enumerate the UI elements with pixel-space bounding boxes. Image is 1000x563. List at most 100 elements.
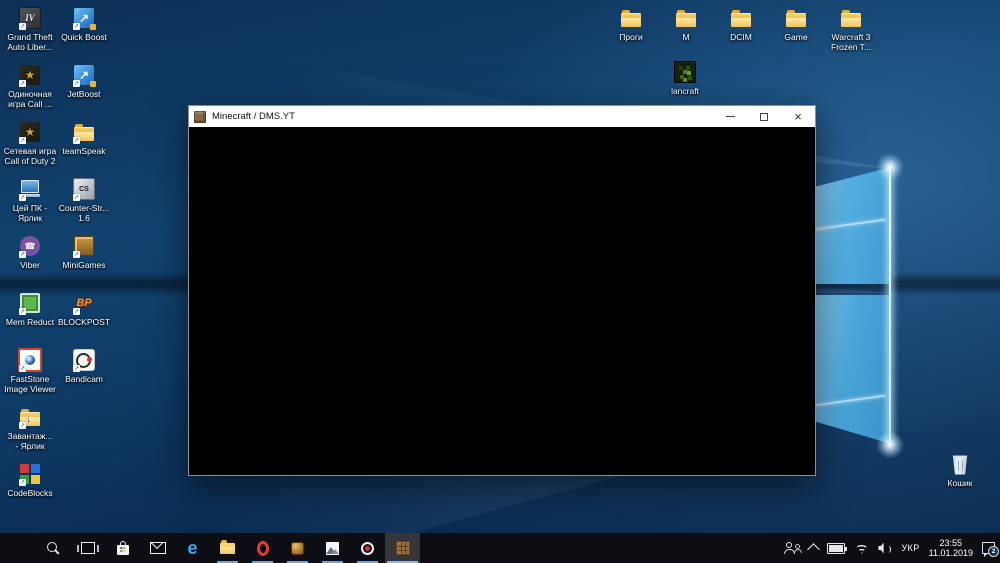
boost-icon bbox=[56, 6, 112, 30]
start-icon bbox=[11, 542, 24, 555]
battery-icon[interactable] bbox=[827, 542, 848, 554]
minecraft-window[interactable]: Minecraft / DMS.YT bbox=[188, 105, 816, 476]
download-icon: ↓ bbox=[2, 405, 58, 429]
minecraft-icon bbox=[395, 541, 410, 555]
taskbar-button-opera[interactable] bbox=[245, 533, 280, 563]
maximize-button[interactable] bbox=[747, 106, 781, 127]
taskbar-button-task-view[interactable] bbox=[70, 533, 105, 563]
shortcut-arrow-overlay bbox=[19, 365, 26, 372]
shortcut-arrow-overlay bbox=[19, 23, 26, 30]
desktop-icon-label: BLOCKPOST bbox=[58, 317, 110, 327]
desktop-icon-counter-strike[interactable]: Counter-Str... 1.6 bbox=[56, 177, 112, 223]
bandicam-icon bbox=[361, 541, 374, 555]
desktop-icon-label: Quick Boost bbox=[61, 32, 107, 42]
desktop-icon-bandicam[interactable]: Bandicam bbox=[56, 348, 112, 384]
taskbar: УКР 23:55 11.01.2019 2 bbox=[0, 533, 1000, 563]
desktop-icon-label: Warcraft 3 Frozen T... bbox=[831, 32, 871, 52]
minecraft-window-content[interactable] bbox=[189, 127, 815, 475]
shortcut-arrow-overlay bbox=[19, 137, 26, 144]
window-titlebar[interactable]: Minecraft / DMS.YT bbox=[189, 106, 815, 127]
desktop-icon-label: Counter-Str... 1.6 bbox=[58, 203, 110, 223]
folder-icon bbox=[823, 6, 879, 30]
language-indicator[interactable]: УКР bbox=[901, 543, 919, 553]
folder-icon bbox=[768, 6, 824, 30]
shortcut-arrow-overlay bbox=[73, 365, 80, 372]
viber-icon bbox=[2, 234, 58, 258]
shortcut-arrow-overlay bbox=[73, 308, 80, 315]
search-icon bbox=[46, 541, 60, 555]
close-button[interactable] bbox=[781, 106, 815, 127]
codeblocks-icon bbox=[2, 462, 58, 486]
blockpost-icon bbox=[56, 291, 112, 315]
shortcut-arrow-overlay bbox=[19, 308, 26, 315]
desktop-icon-blockpost[interactable]: BLOCKPOST bbox=[56, 291, 112, 327]
action-center-icon[interactable]: 2 bbox=[982, 542, 999, 557]
taskbar-button-store[interactable] bbox=[105, 533, 140, 563]
photos-icon bbox=[326, 541, 339, 555]
desktop-icon-folder-warcraft3[interactable]: Warcraft 3 Frozen T... bbox=[823, 6, 879, 52]
folder-icon bbox=[658, 6, 714, 30]
taskbar-button-photos[interactable] bbox=[315, 533, 350, 563]
cod-icon bbox=[2, 63, 58, 87]
desktop-icon-label: Кошик bbox=[947, 478, 973, 488]
opera-icon bbox=[256, 540, 269, 556]
taskbar-button-explorer[interactable] bbox=[210, 533, 245, 563]
download-arrow-icon: ↓ bbox=[26, 413, 32, 425]
taskbar-app-buttons bbox=[0, 533, 420, 563]
shortcut-arrow-overlay bbox=[73, 137, 80, 144]
desktop-icon-label: JetBoost bbox=[67, 89, 101, 99]
shortcut-arrow-overlay bbox=[73, 194, 80, 201]
shortcut-arrow-overlay bbox=[73, 23, 80, 30]
desktop-icon-gta[interactable]: Grand Theft Auto Liber... bbox=[2, 6, 58, 52]
gta-icon bbox=[2, 6, 58, 30]
folder-icon bbox=[713, 6, 769, 30]
shortcut-arrow-overlay bbox=[19, 251, 26, 258]
minimize-button[interactable] bbox=[713, 106, 747, 127]
desktop-icon-minigames[interactable]: MiniGames bbox=[56, 234, 112, 270]
folder-icon bbox=[603, 6, 659, 30]
desktop-icon-label: teamSpeak bbox=[62, 146, 106, 156]
shortcut-arrow-overlay bbox=[73, 80, 80, 87]
boost-icon bbox=[56, 63, 112, 87]
desktop-icon-jetboost[interactable]: JetBoost bbox=[56, 63, 112, 99]
desktop-icon-faststone[interactable]: FastStone Image Viewer bbox=[2, 348, 58, 394]
show-hidden-icons-chevron-icon[interactable] bbox=[807, 543, 821, 556]
game-gold-icon bbox=[291, 541, 304, 555]
notification-badge: 2 bbox=[988, 546, 999, 557]
people-icon[interactable] bbox=[784, 542, 803, 554]
desktop-icon-teamspeak[interactable]: teamSpeak bbox=[56, 120, 112, 156]
taskbar-button-mail[interactable] bbox=[140, 533, 175, 563]
desktop-icon-label: MiniGames bbox=[62, 260, 106, 270]
bandicam-icon bbox=[56, 348, 112, 372]
shortcut-arrow-overlay bbox=[19, 422, 26, 429]
desktop-icon-codeblocks[interactable]: CodeBlocks bbox=[2, 462, 58, 498]
memreduct-icon bbox=[2, 291, 58, 315]
taskbar-button-edge[interactable] bbox=[175, 533, 210, 563]
volume-icon[interactable] bbox=[878, 543, 892, 554]
desktop-icon-quick-boost[interactable]: Quick Boost bbox=[56, 6, 112, 42]
explorer-icon bbox=[220, 539, 235, 554]
taskbar-button-start[interactable] bbox=[0, 533, 35, 563]
desktop-icon-label: Завантаж... - Ярлик bbox=[7, 431, 53, 451]
desktop-icon-cod-single[interactable]: Одиночная игра Call ... bbox=[2, 63, 58, 109]
cs-icon bbox=[56, 177, 112, 201]
taskbar-button-minecraft[interactable] bbox=[385, 533, 420, 563]
tray-date: 11.01.2019 bbox=[928, 548, 973, 558]
taskbar-button-bandicam[interactable] bbox=[350, 533, 385, 563]
desktop-icon-recycle-bin[interactable]: Кошик bbox=[932, 452, 988, 488]
store-icon bbox=[116, 540, 129, 555]
shortcut-arrow-overlay bbox=[19, 194, 26, 201]
desktop-icon-cod2-network[interactable]: Сетевая игра Call of Duty 2 bbox=[2, 120, 58, 166]
desktop-icon-label: lancraft bbox=[671, 86, 699, 96]
minecraft-block-icon bbox=[194, 110, 206, 123]
desktop-icon-lancraft[interactable]: lancraft bbox=[657, 60, 713, 96]
wifi-icon[interactable] bbox=[854, 542, 870, 554]
clock[interactable]: 23:55 11.01.2019 bbox=[929, 538, 973, 559]
shortcut-arrow-overlay bbox=[19, 80, 26, 87]
desktop-icon-label: CodeBlocks bbox=[7, 488, 53, 498]
desktop-icon-downloads[interactable]: ↓ Завантаж... - Ярлик bbox=[2, 405, 58, 451]
desktop-screen: Grand Theft Auto Liber...Quick Boost Один… bbox=[0, 0, 1000, 563]
taskbar-button-game-gold[interactable] bbox=[280, 533, 315, 563]
window-title: Minecraft / DMS.YT bbox=[212, 111, 295, 122]
taskbar-button-search[interactable] bbox=[35, 533, 70, 563]
